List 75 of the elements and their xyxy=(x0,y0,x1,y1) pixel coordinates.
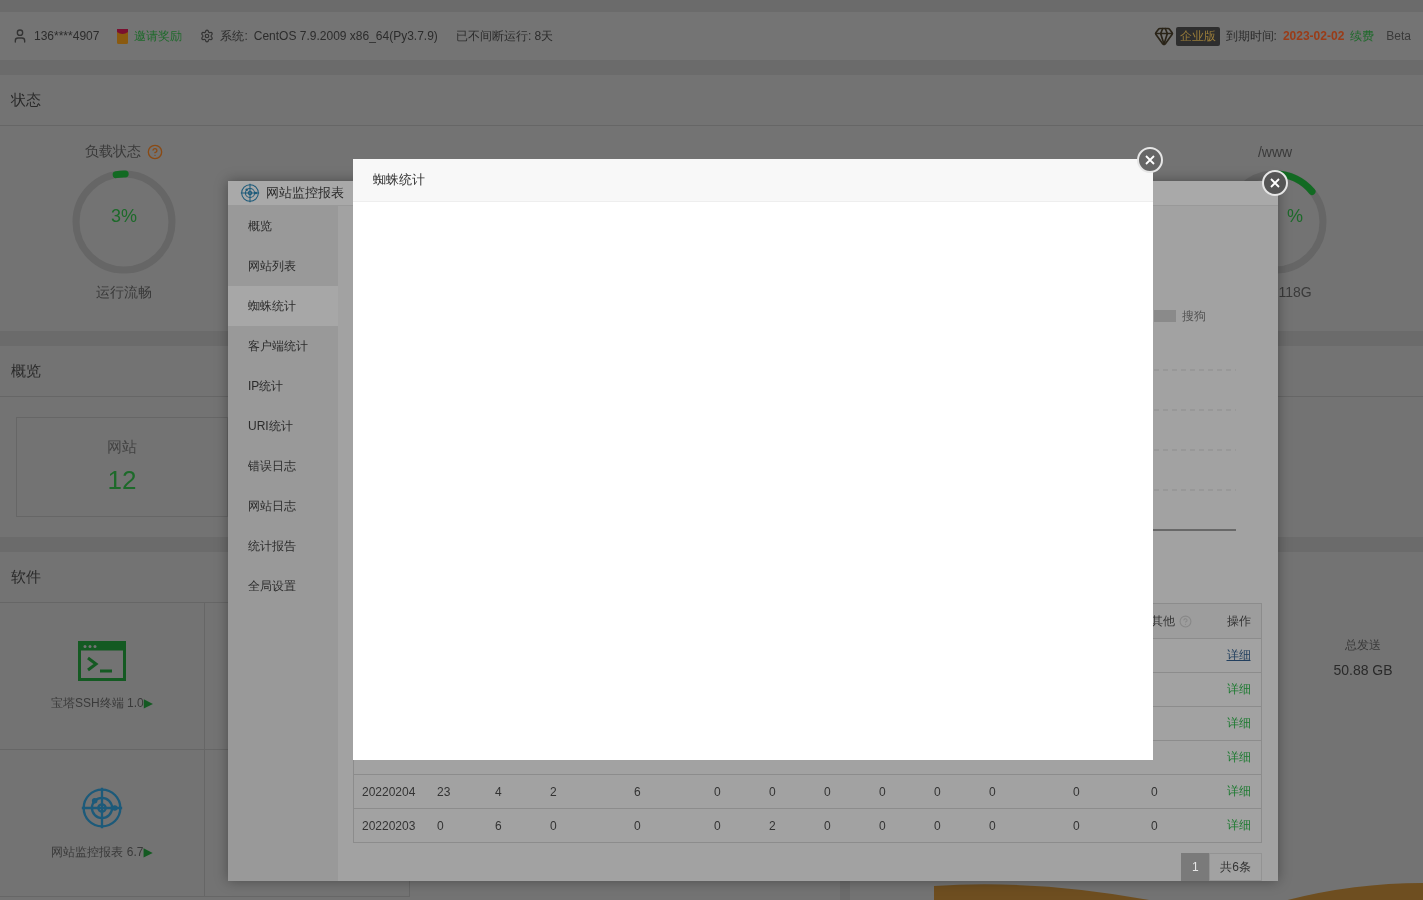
system-text: CentOS 7.9.2009 x86_64(Py3.7.9) xyxy=(253,29,438,43)
table-cell-text: 0 xyxy=(824,818,832,833)
settings-icon xyxy=(200,29,215,43)
expire-label: 到期时间: xyxy=(1225,27,1277,45)
table-cell-text: 0 xyxy=(934,784,942,799)
sidebar-item[interactable]: URI统计 xyxy=(228,406,338,446)
username-text: 136****4907 xyxy=(34,29,100,43)
table-cell-text: 0 xyxy=(1151,784,1159,799)
table-cell-text: 2 xyxy=(769,818,777,833)
radar-icon xyxy=(80,785,124,830)
gauge-value: % xyxy=(1286,206,1304,227)
system-label: 系统: xyxy=(220,27,248,45)
table-cell-text: 0 xyxy=(550,818,558,833)
table-cell-text: 0 xyxy=(437,818,445,833)
sent-value: 50.88 GB xyxy=(1333,662,1393,678)
sidebar-item[interactable]: 网站日志 xyxy=(228,486,338,526)
window-title: 网站监控报表 xyxy=(266,184,344,202)
page-total: 共6条 xyxy=(1209,853,1262,881)
table-cell-text: 4 xyxy=(495,784,503,799)
sidebar-item[interactable]: 错误日志 xyxy=(228,446,338,486)
gauge-title: /www xyxy=(1257,144,1293,160)
uptime-text: 已不间断运行: 8天 xyxy=(455,27,554,45)
table-cell-text: 0 xyxy=(879,784,887,799)
sidebar-item[interactable]: 全局设置 xyxy=(228,566,338,606)
table-cell-text: 0 xyxy=(989,784,997,799)
table-cell-text: 0 xyxy=(1073,818,1081,833)
close-icon xyxy=(1269,177,1281,189)
table-cell-text: 0 xyxy=(824,784,832,799)
detail-link[interactable]: 详细 xyxy=(1226,783,1251,800)
stat-value: 12 xyxy=(107,465,137,496)
detail-link[interactable]: 详细 xyxy=(1226,817,1251,834)
table-cell-text: 2 xyxy=(550,784,558,799)
table-cell-text: 0 xyxy=(1151,818,1159,833)
sidebar-item[interactable]: 统计报告 xyxy=(228,526,338,566)
table-cell-text: 20220204 xyxy=(362,784,417,799)
close-icon xyxy=(1144,154,1156,166)
table-cell-text: 0 xyxy=(714,818,722,833)
diamond-icon xyxy=(1153,26,1174,46)
terminal-icon xyxy=(78,640,126,681)
page-link[interactable]: 1 xyxy=(1181,853,1210,881)
panel-title: 概览 xyxy=(11,361,41,381)
table-cell-text: 0 xyxy=(934,818,942,833)
table-cell-text: 23 xyxy=(437,784,452,799)
expire-date: 2023-02-02 xyxy=(1282,29,1345,43)
detail-link[interactable]: 详细 xyxy=(1226,715,1251,732)
gauge-caption: 118G xyxy=(1277,284,1312,300)
sidebar-item[interactable]: 网站列表 xyxy=(228,246,338,286)
table-cell-text: 6 xyxy=(495,818,503,833)
sidebar-item[interactable]: 概览 xyxy=(228,206,338,246)
table-cell-text: 0 xyxy=(989,818,997,833)
detail-link[interactable]: 详细 xyxy=(1226,681,1251,698)
sidebar-item[interactable]: 蜘蛛统计 xyxy=(228,286,338,326)
table-cell-text: 0 xyxy=(879,818,887,833)
sidebar-item[interactable]: IP统计 xyxy=(228,366,338,406)
table-cell-text: 6 xyxy=(634,784,642,799)
legend-swatch xyxy=(1154,310,1176,322)
edition-badge: 企业版 xyxy=(1175,26,1220,46)
detail-link[interactable]: 详细 xyxy=(1226,647,1251,664)
sidebar-item[interactable]: 客户端统计 xyxy=(228,326,338,366)
version-text: Beta xyxy=(1386,29,1411,43)
envelope-icon xyxy=(117,28,129,44)
table-cell-text: 0 xyxy=(769,784,777,799)
panel-title: 软件 xyxy=(11,567,41,587)
user-icon xyxy=(12,28,28,44)
legend-label: 搜狗 xyxy=(1182,307,1206,325)
gauge-value: 3% xyxy=(110,206,138,227)
table-cell-text: 20220203 xyxy=(362,818,417,833)
panel-title: 状态 xyxy=(11,90,41,110)
dialog-title: 蜘蛛统计 xyxy=(373,171,425,189)
table-cell-text: 0 xyxy=(1073,784,1081,799)
radar-icon xyxy=(240,183,260,203)
detail-link[interactable]: 详细 xyxy=(1226,749,1251,766)
table-cell-text: 0 xyxy=(634,818,642,833)
table-cell-text: 0 xyxy=(714,784,722,799)
column-header: 操作 xyxy=(1225,612,1252,630)
